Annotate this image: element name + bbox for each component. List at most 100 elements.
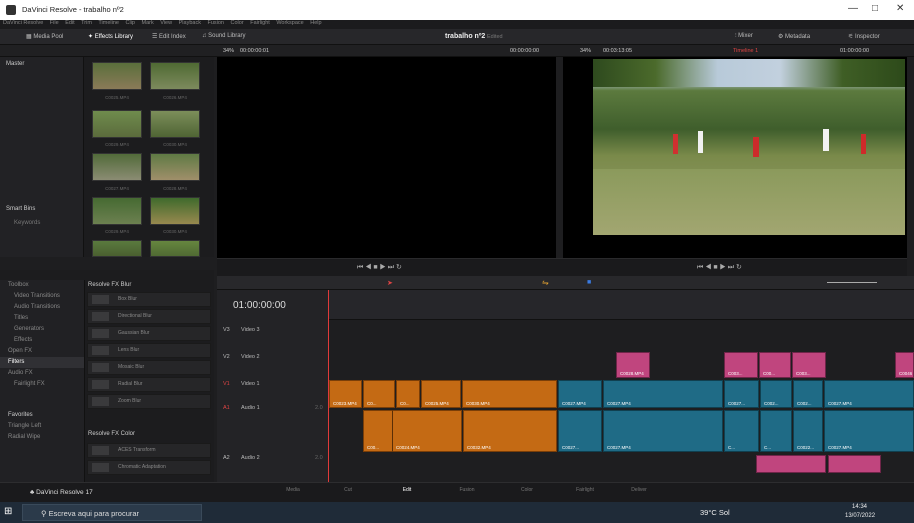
audio-clip[interactable]: C0027...	[558, 410, 602, 452]
flag-icon[interactable]: ■	[587, 279, 591, 286]
fx-chromatic-adaptation[interactable]: Chromatic Adaptation	[87, 460, 211, 475]
timeline-clip[interactable]: C0...	[396, 380, 420, 408]
clip-thumbnail[interactable]	[92, 240, 142, 257]
timeline-clip[interactable]: C0027.MP4	[603, 380, 723, 408]
fx-cat-effects[interactable]: Effects	[0, 335, 84, 346]
timeline-clip[interactable]: C0028.MP4	[616, 352, 650, 378]
menu-help[interactable]: Help	[310, 20, 321, 26]
timeline-clip[interactable]: C0025.MP4	[421, 380, 461, 408]
playhead[interactable]	[328, 290, 329, 482]
page-media[interactable]: Media	[268, 487, 318, 493]
clip-thumbnail[interactable]	[150, 197, 200, 225]
minimize-button[interactable]: —	[848, 3, 858, 14]
menu-trim[interactable]: Trim	[81, 20, 92, 26]
fx-cat-titles[interactable]: Titles	[0, 313, 84, 324]
audio-clip[interactable]: C0022...	[793, 410, 823, 452]
inspector-button[interactable]: ⚟ Inspector	[848, 33, 880, 40]
audio-clip[interactable]: C0032.MP4	[463, 410, 557, 452]
fx-lens-blur[interactable]: Lens Blur	[87, 343, 211, 358]
clip-thumbnail[interactable]	[150, 110, 200, 138]
menu-fusion[interactable]: Fusion	[207, 20, 224, 26]
menu-mark[interactable]: Mark	[142, 20, 154, 26]
page-cut[interactable]: Cut	[323, 487, 373, 493]
fx-mosaic-blur[interactable]: Mosaic Blur	[87, 360, 211, 375]
source-zoom[interactable]: 34%	[223, 48, 234, 54]
favorite-item[interactable]: Triangle Left	[0, 421, 84, 432]
fx-directional-blur[interactable]: Directional Blur	[87, 309, 211, 324]
menu-color[interactable]: Color	[231, 20, 244, 26]
fx-cat-toolbox[interactable]: Toolbox	[0, 280, 84, 291]
menu-view[interactable]: View	[160, 20, 172, 26]
timeline-transport-controls[interactable]: ⏮ ◀ ■ ▶ ⏭ ↻	[697, 263, 742, 272]
fx-cat-audio-fx[interactable]: Audio FX	[0, 368, 84, 379]
maximize-button[interactable]: □	[872, 3, 878, 14]
close-button[interactable]: ✕	[896, 3, 904, 14]
clip-thumbnail[interactable]	[150, 240, 200, 257]
keywords-bin[interactable]: Keywords	[14, 220, 40, 226]
clip-thumbnail[interactable]	[92, 62, 142, 90]
snapping-icon[interactable]: ⇋	[542, 278, 549, 287]
source-viewer[interactable]	[217, 57, 556, 258]
timeline-clip[interactable]: C0027...	[724, 380, 759, 408]
metadata-button[interactable]: ⚙ Metadata	[778, 33, 810, 40]
track-name-a2[interactable]: Audio 2	[241, 455, 260, 461]
timeline-zoom[interactable]: 34%	[580, 48, 591, 54]
selection-tool-icon[interactable]: ➤	[387, 279, 393, 287]
timeline-clip[interactable]: C0027.MP4	[558, 380, 602, 408]
page-deliver[interactable]: Deliver	[614, 487, 664, 493]
clip-thumbnail[interactable]	[150, 153, 200, 181]
edit-index-button[interactable]: ☰ Edit Index	[152, 33, 186, 40]
audio-clip[interactable]: C0024.MP4	[392, 410, 462, 452]
fx-box-blur[interactable]: Box Blur	[87, 292, 211, 307]
track-name-v1[interactable]: Video 1	[241, 381, 260, 387]
audio-clip[interactable]	[756, 455, 826, 473]
track-name-v2[interactable]: Video 2	[241, 354, 260, 360]
menu-edit[interactable]: Edit	[65, 20, 74, 26]
fx-radial-blur[interactable]: Radial Blur	[87, 377, 211, 392]
timeline-clip[interactable]: C002...	[793, 380, 823, 408]
audio-clip[interactable]: C...	[724, 410, 759, 452]
fx-cat-open-fx[interactable]: Open FX	[0, 346, 84, 357]
windows-start-icon[interactable]: ⊞	[4, 506, 12, 517]
clip-thumbnail[interactable]	[150, 62, 200, 90]
page-fusion[interactable]: Fusion	[442, 487, 492, 493]
timeline-ruler[interactable]	[329, 290, 914, 320]
fx-cat-generators[interactable]: Generators	[0, 324, 84, 335]
favorite-item[interactable]: Radial Wipe	[0, 432, 84, 443]
fx-cat-audio-transitions[interactable]: Audio Transitions	[0, 302, 84, 313]
weather-widget[interactable]: 39°C Sol	[700, 508, 730, 517]
timeline-clip[interactable]: C00...	[759, 352, 791, 378]
mixer-button[interactable]: ⫶ Mixer	[735, 33, 753, 40]
page-fairlight[interactable]: Fairlight	[560, 487, 610, 493]
source-transport-controls[interactable]: ⏮ ◀ ■ ▶ ⏭ ↻	[357, 263, 402, 272]
fx-cat-fairlight-fx[interactable]: Fairlight FX	[0, 379, 84, 390]
audio-clip[interactable]: C...	[760, 410, 792, 452]
audio-clip[interactable]: C0027.MP4	[603, 410, 723, 452]
menu-workspace[interactable]: Workspace	[276, 20, 303, 26]
menu-timeline[interactable]: Timeline	[98, 20, 119, 26]
menu-clip[interactable]: Clip	[125, 20, 134, 26]
effects-library-button[interactable]: ✦ Effects Library	[88, 33, 133, 40]
clock-time[interactable]: 14:34	[852, 504, 867, 510]
timeline-clip[interactable]: C0...	[363, 380, 395, 408]
timeline-clip[interactable]: C002...	[760, 380, 792, 408]
clip-thumbnail[interactable]	[92, 153, 142, 181]
media-pool-button[interactable]: ▦ Media Pool	[26, 33, 63, 40]
timeline-clip[interactable]: C003...	[724, 352, 758, 378]
audio-volume-slider[interactable]	[827, 282, 877, 283]
master-bin[interactable]: Master	[6, 61, 24, 67]
track-name-v3[interactable]: Video 3	[241, 327, 260, 333]
timeline-clip[interactable]: C003...	[792, 352, 826, 378]
timeline-clip[interactable]: C0027.MP4	[824, 380, 914, 408]
fx-cat-filters[interactable]: Filters	[0, 357, 84, 368]
page-color[interactable]: Color	[502, 487, 552, 493]
menu-fairlight[interactable]: Fairlight	[250, 20, 270, 26]
timeline-clip[interactable]: C0046	[895, 352, 914, 378]
clip-thumbnail[interactable]	[92, 197, 142, 225]
fx-zoom-blur[interactable]: Zoom Blur	[87, 394, 211, 409]
fx-gaussian-blur[interactable]: Gaussian Blur	[87, 326, 211, 341]
clock-date[interactable]: 13/07/2022	[845, 513, 875, 519]
page-edit[interactable]: Edit	[382, 487, 432, 493]
menu-davinci[interactable]: DaVinci Resolve	[3, 20, 43, 26]
track-name-a1[interactable]: Audio 1	[241, 405, 260, 411]
